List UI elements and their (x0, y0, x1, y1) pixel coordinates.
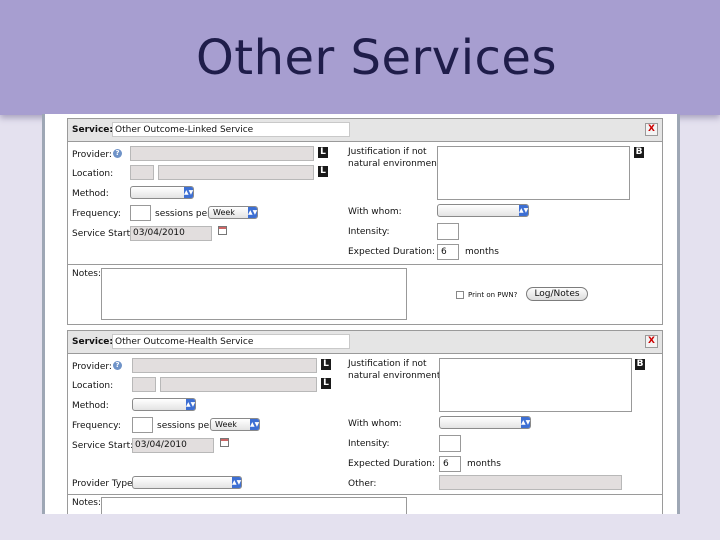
frequency-input[interactable] (130, 205, 151, 221)
other-label: Other: (348, 479, 377, 489)
method-select[interactable]: ▲▼ (132, 398, 196, 411)
service-start-field[interactable]: 03/04/2010 (130, 226, 212, 241)
calendar-icon[interactable] (220, 438, 229, 447)
frequency-unit-select[interactable]: Week ▲▼ (208, 206, 258, 219)
location-field[interactable] (158, 165, 314, 180)
help-icon[interactable]: ? (113, 361, 122, 370)
service-start-field[interactable]: 03/04/2010 (132, 438, 214, 453)
service-label: Service: (72, 125, 114, 135)
location-code-field[interactable] (132, 377, 156, 392)
method-label: Method: (72, 401, 109, 411)
frequency-input[interactable] (132, 417, 153, 433)
provider-field[interactable] (130, 146, 314, 161)
close-icon[interactable]: X (645, 335, 658, 348)
slide-title: Other Services (196, 30, 557, 86)
intensity-input[interactable] (437, 223, 459, 240)
print-on-pwn-label: Print on PWN? (468, 291, 518, 299)
chevron-down-icon: ▲▼ (232, 477, 242, 488)
provider-lookup-button[interactable]: L (318, 147, 328, 158)
months-label: months (467, 459, 501, 469)
provider-type-label: Provider Type: (72, 479, 136, 489)
provider-label: Provider: (72, 150, 112, 160)
service-header: Service: Other Outcome-Health Service X (68, 331, 662, 354)
intensity-label: Intensity: (348, 227, 390, 237)
chevron-down-icon: ▲▼ (250, 419, 260, 430)
intensity-input[interactable] (439, 435, 461, 452)
provider-field[interactable] (132, 358, 317, 373)
notes-textarea[interactable] (101, 268, 407, 320)
other-field[interactable] (439, 475, 622, 490)
log-notes-button[interactable]: Log/Notes (526, 287, 588, 301)
location-code-field[interactable] (130, 165, 154, 180)
intensity-label: Intensity: (348, 439, 390, 449)
title-banner: Other Services (0, 0, 720, 115)
notes-textarea[interactable] (101, 497, 407, 514)
justification-b-button[interactable]: B (634, 147, 644, 158)
service-start-label: Service Start: (72, 441, 134, 451)
location-lookup-button[interactable]: L (318, 166, 328, 177)
justification-label-line2: natural environment: (348, 371, 444, 381)
provider-label: Provider: (72, 362, 112, 372)
provider-lookup-button[interactable]: L (321, 359, 331, 370)
chevron-down-icon: ▲▼ (519, 205, 529, 216)
chevron-down-icon: ▲▼ (184, 187, 194, 198)
divider (68, 494, 662, 495)
sessions-per-label: sessions per (155, 209, 211, 219)
justification-label-line2: natural environment: (348, 159, 444, 169)
service-name-field[interactable]: Other Outcome-Linked Service (112, 122, 350, 137)
expected-duration-input[interactable]: 6 (439, 456, 461, 472)
service-name-field[interactable]: Other Outcome-Health Service (112, 334, 350, 349)
location-field[interactable] (160, 377, 317, 392)
notes-label: Notes: (72, 269, 102, 279)
service-start-label: Service Start: (72, 229, 134, 239)
frequency-label: Frequency: (72, 209, 121, 219)
method-select[interactable]: ▲▼ (130, 186, 194, 199)
with-whom-select[interactable]: ▲▼ (439, 416, 531, 429)
sessions-per-label: sessions per (157, 421, 213, 431)
with-whom-label: With whom: (348, 207, 402, 217)
print-on-pwn-checkbox[interactable] (456, 291, 464, 299)
method-label: Method: (72, 189, 109, 199)
location-label: Location: (72, 381, 114, 391)
provider-type-select[interactable]: ▲▼ (132, 476, 242, 489)
justification-textarea[interactable] (437, 146, 630, 200)
with-whom-label: With whom: (348, 419, 402, 429)
justification-label-line1: Justification if not (348, 359, 427, 369)
frequency-unit-select[interactable]: Week ▲▼ (210, 418, 260, 431)
help-icon[interactable]: ? (113, 149, 122, 158)
service-label: Service: (72, 337, 114, 347)
frequency-unit-value: Week (213, 208, 235, 217)
expected-duration-label: Expected Duration: (348, 247, 435, 257)
chevron-down-icon: ▲▼ (186, 399, 196, 410)
divider (68, 264, 662, 265)
frequency-label: Frequency: (72, 421, 121, 431)
location-label: Location: (72, 169, 114, 179)
justification-textarea[interactable] (439, 358, 632, 412)
chevron-down-icon: ▲▼ (248, 207, 258, 218)
service-panel-2: Service: Other Outcome-Health Service X … (67, 330, 663, 514)
expected-duration-label: Expected Duration: (348, 459, 435, 469)
notes-label: Notes: (72, 498, 102, 508)
screenshot-frame: Service: Other Outcome-Linked Service X … (42, 114, 680, 514)
service-header: Service: Other Outcome-Linked Service X (68, 119, 662, 142)
calendar-icon[interactable] (218, 226, 227, 235)
with-whom-select[interactable]: ▲▼ (437, 204, 529, 217)
location-lookup-button[interactable]: L (321, 378, 331, 389)
service-panel-1: Service: Other Outcome-Linked Service X … (67, 118, 663, 325)
justification-label-line1: Justification if not (348, 147, 427, 157)
chevron-down-icon: ▲▼ (521, 417, 531, 428)
expected-duration-input[interactable]: 6 (437, 244, 459, 260)
justification-b-button[interactable]: B (635, 359, 645, 370)
months-label: months (465, 247, 499, 257)
close-icon[interactable]: X (645, 123, 658, 136)
frequency-unit-value: Week (215, 420, 237, 429)
